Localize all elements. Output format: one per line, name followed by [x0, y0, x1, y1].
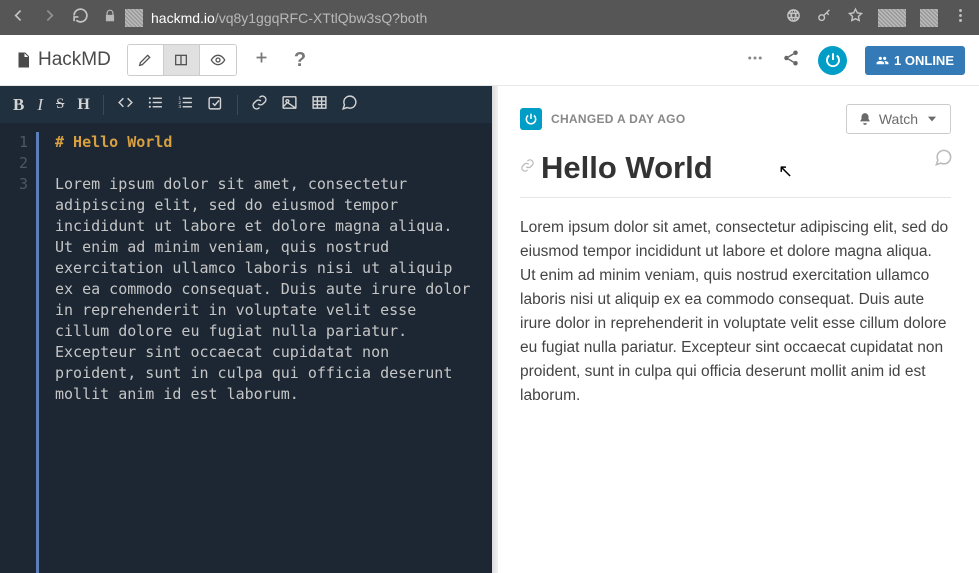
- reload-icon[interactable]: [72, 7, 89, 29]
- changed-indicator[interactable]: CHANGED A DAY AGO: [520, 108, 685, 130]
- preview-title-row: Hello World: [520, 150, 951, 198]
- editor-body[interactable]: 1 2 3 # Hello World Lorem ipsum dolor si…: [0, 123, 492, 573]
- browser-nav: [10, 7, 89, 29]
- preview-title: Hello World: [541, 150, 713, 186]
- back-icon[interactable]: [10, 7, 27, 29]
- app-name: HackMD: [38, 49, 111, 71]
- strike-button[interactable]: S: [56, 96, 64, 113]
- extension-obscured[interactable]: [878, 9, 906, 27]
- ol-button[interactable]: 123: [177, 94, 194, 116]
- editor-body-line: Lorem ipsum dolor sit amet, consectetur …: [55, 174, 472, 405]
- changed-label: CHANGED A DAY AGO: [551, 112, 685, 126]
- browser-right: [785, 7, 969, 29]
- author-avatar-icon: [520, 108, 542, 130]
- new-icon[interactable]: [253, 49, 270, 71]
- link-button[interactable]: [251, 94, 268, 116]
- help-icon[interactable]: ?: [294, 49, 306, 72]
- line-number: 3: [0, 174, 28, 195]
- line-number: 1: [0, 132, 28, 153]
- app-header: HackMD ? 1 ONLINE: [0, 35, 979, 86]
- key-icon[interactable]: [816, 7, 833, 29]
- editor-toolbar: B I S H 123: [0, 86, 492, 123]
- preview-pane: CHANGED A DAY AGO Watch Hello World ↖ Lo…: [498, 86, 979, 573]
- cursor-icon: ↖: [778, 161, 793, 182]
- menu-icon[interactable]: [952, 7, 969, 29]
- account-icon[interactable]: [818, 46, 847, 75]
- comment-bubble-icon[interactable]: [934, 148, 953, 172]
- mode-view-button[interactable]: [200, 45, 236, 75]
- star-icon[interactable]: [847, 7, 864, 29]
- lock-icon: [103, 9, 117, 26]
- table-button[interactable]: [311, 94, 328, 116]
- main-split: B I S H 123 1 2 3 # Hello World: [0, 86, 979, 573]
- url-text: hackmd.io/vq8y1ggqRFC-XTtlQbw3sQ?both: [151, 10, 427, 26]
- comment-button[interactable]: [341, 94, 358, 116]
- italic-button[interactable]: I: [37, 95, 43, 115]
- ul-button[interactable]: [147, 94, 164, 116]
- checklist-button[interactable]: [207, 94, 224, 116]
- share-icon[interactable]: [782, 49, 800, 72]
- online-label: 1 ONLINE: [894, 53, 954, 68]
- online-button[interactable]: 1 ONLINE: [865, 46, 965, 75]
- header-actions: ?: [253, 49, 306, 72]
- avatar-obscured[interactable]: [920, 9, 938, 27]
- code-button[interactable]: [117, 94, 134, 116]
- permalink-icon[interactable]: [520, 158, 535, 178]
- url-bar[interactable]: hackmd.io/vq8y1ggqRFC-XTtlQbw3sQ?both: [103, 9, 771, 27]
- mode-toggle: [127, 44, 237, 76]
- editor-heading-line: # Hello World: [55, 132, 472, 153]
- svg-text:3: 3: [178, 104, 181, 110]
- browser-chrome: hackmd.io/vq8y1ggqRFC-XTtlQbw3sQ?both: [0, 0, 979, 35]
- editor-pane: B I S H 123 1 2 3 # Hello World: [0, 86, 492, 573]
- code-area[interactable]: # Hello World Lorem ipsum dolor sit amet…: [36, 132, 492, 573]
- line-number: 2: [0, 153, 28, 174]
- app-logo[interactable]: HackMD: [14, 49, 111, 71]
- heading-button[interactable]: H: [77, 96, 89, 114]
- image-button[interactable]: [281, 94, 298, 116]
- translate-icon[interactable]: [785, 7, 802, 29]
- chevron-down-icon: [925, 112, 939, 126]
- bold-button[interactable]: B: [13, 95, 24, 115]
- watch-label: Watch: [879, 111, 918, 127]
- gutter: 1 2 3: [0, 132, 36, 573]
- preview-top: CHANGED A DAY AGO Watch: [520, 104, 951, 134]
- favicon-obscured: [125, 9, 143, 27]
- more-icon[interactable]: [746, 49, 764, 72]
- preview-body: Lorem ipsum dolor sit amet, consectetur …: [520, 216, 951, 408]
- forward-icon[interactable]: [41, 7, 58, 29]
- watch-button[interactable]: Watch: [846, 104, 951, 134]
- header-right: 1 ONLINE: [746, 46, 965, 75]
- mode-both-button[interactable]: [164, 45, 200, 75]
- mode-edit-button[interactable]: [128, 45, 164, 75]
